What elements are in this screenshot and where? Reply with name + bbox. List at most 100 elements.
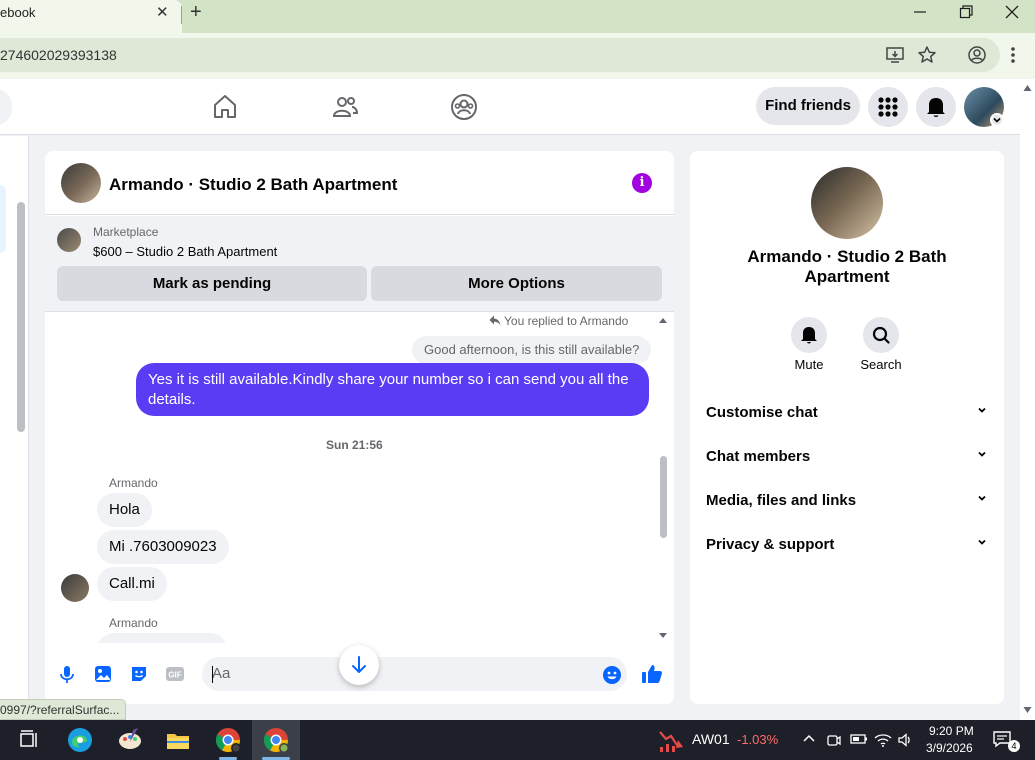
friends-icon[interactable] xyxy=(331,93,359,121)
listing-title[interactable]: $600 – Studio 2 Bath Apartment xyxy=(93,244,277,259)
meet-now-icon[interactable] xyxy=(826,732,842,751)
scroll-to-bottom-button[interactable] xyxy=(339,645,379,685)
svg-text:GIF: GIF xyxy=(168,671,181,680)
message-scroll-thumb[interactable] xyxy=(660,456,667,538)
chevron-down-icon xyxy=(976,492,988,507)
tab-title: ebook xyxy=(0,5,36,20)
clock-date[interactable]: 3/9/2026 xyxy=(926,741,973,755)
quoted-message[interactable]: Good afternoon, is this still available? xyxy=(412,336,652,364)
paint-app-icon[interactable] xyxy=(116,726,144,754)
marketplace-bar: Marketplace $600 – Studio 2 Bath Apartme… xyxy=(45,216,674,312)
info-icon[interactable]: i xyxy=(632,173,652,193)
close-window-icon[interactable] xyxy=(997,2,1027,26)
message-timestamp: Sun 21:56 xyxy=(326,438,383,452)
notifications-button[interactable] xyxy=(916,87,956,127)
chat-avatar[interactable] xyxy=(61,163,101,203)
grid-icon xyxy=(878,97,898,117)
replied-note: You replied to Armando xyxy=(489,314,628,328)
clock-time[interactable]: 9:20 PM xyxy=(929,724,974,738)
marketplace-label: Marketplace xyxy=(93,225,159,239)
page-scrollbar[interactable] xyxy=(1020,79,1035,720)
listing-thumbnail[interactable] xyxy=(57,228,81,252)
section-privacy-support[interactable]: Privacy & support xyxy=(706,536,988,560)
chevron-up-icon[interactable] xyxy=(802,732,816,749)
bell-icon xyxy=(927,98,945,117)
section-chat-members[interactable]: Chat members xyxy=(706,448,988,472)
stock-chart-icon[interactable] xyxy=(658,727,686,755)
left-selected-highlight xyxy=(0,185,6,253)
sticker-icon[interactable] xyxy=(129,664,149,684)
minimize-window-icon[interactable] xyxy=(905,2,935,26)
facebook-top-nav: Find friends xyxy=(0,79,1020,135)
mark-as-pending-button[interactable]: Mark as pending xyxy=(57,266,367,301)
chat-title[interactable]: Armando · Studio 2 Bath Apartment xyxy=(109,175,397,195)
search-label: Search xyxy=(860,357,902,372)
wifi-icon[interactable] xyxy=(874,732,892,751)
section-label: Privacy & support xyxy=(706,536,835,553)
mute-button[interactable] xyxy=(791,317,827,353)
incoming-message[interactable]: Hola xyxy=(97,493,152,527)
bookmark-star-icon[interactable] xyxy=(917,45,937,65)
address-bar-area: 274602029393138 xyxy=(0,33,1035,78)
section-label: Media, files and links xyxy=(706,492,857,509)
stock-change[interactable]: -1.03% xyxy=(737,732,778,747)
profile-icon[interactable] xyxy=(967,45,987,65)
chevron-down-icon xyxy=(976,404,988,419)
search-icon xyxy=(872,326,890,344)
section-label: Chat members xyxy=(706,448,811,465)
emoji-icon[interactable] xyxy=(602,665,622,685)
reply-icon xyxy=(489,315,501,326)
windows-taskbar: AW01 -1.03% 9:20 PM 3/9/2026 4 xyxy=(0,720,1035,760)
search-box-stub[interactable] xyxy=(0,89,12,125)
conversation-avatar[interactable] xyxy=(811,167,883,239)
url-field[interactable]: 274602029393138 xyxy=(0,38,1000,72)
chat-header: Armando · Studio 2 Bath Apartment i xyxy=(45,151,674,215)
message-list: You replied to Armando Good afternoon, i… xyxy=(45,313,674,643)
sender-name: Armando xyxy=(109,476,158,490)
tab-close-icon[interactable]: ✕ xyxy=(156,3,169,21)
replied-note-text: You replied to Armando xyxy=(504,314,629,328)
conversation-info-panel: Armando · Studio 2 Bath Apartment Mute S… xyxy=(690,151,1004,704)
battery-icon[interactable] xyxy=(850,732,868,749)
restore-window-icon[interactable] xyxy=(951,2,981,26)
browser-tab[interactable]: ebook ✕ xyxy=(0,0,182,33)
chrome-profile-icon[interactable] xyxy=(262,726,290,754)
section-media-files-links[interactable]: Media, files and links xyxy=(706,492,988,516)
tab-separator xyxy=(181,6,182,24)
file-explorer-icon[interactable] xyxy=(164,726,192,754)
incoming-message[interactable]: Call.mi xyxy=(97,567,167,601)
microphone-icon[interactable] xyxy=(57,664,77,684)
groups-icon[interactable] xyxy=(450,93,478,121)
incoming-message-partial[interactable] xyxy=(97,633,227,643)
volume-icon[interactable] xyxy=(897,732,913,751)
sender-name: Armando xyxy=(109,616,158,630)
more-options-button[interactable]: More Options xyxy=(371,266,662,301)
notification-count: 4 xyxy=(1008,740,1020,752)
outgoing-message[interactable]: Yes it is still available.Kindly share y… xyxy=(136,363,649,416)
photo-icon[interactable] xyxy=(93,664,113,684)
section-customise-chat[interactable]: Customise chat xyxy=(706,404,988,428)
chevron-down-icon[interactable] xyxy=(990,113,1004,127)
edge-browser-icon[interactable] xyxy=(66,726,94,754)
browser-menu-icon[interactable] xyxy=(1003,45,1023,65)
sender-avatar[interactable] xyxy=(61,574,89,602)
thumbs-up-icon[interactable] xyxy=(641,663,663,685)
incoming-message[interactable]: Mi .7603009023 xyxy=(97,530,229,564)
menu-grid-button[interactable] xyxy=(868,87,908,127)
install-app-icon[interactable] xyxy=(885,45,905,65)
stock-ticker[interactable]: AW01 xyxy=(692,731,730,747)
chevron-down-icon xyxy=(976,536,988,551)
text-caret xyxy=(212,666,213,683)
section-label: Customise chat xyxy=(706,404,818,421)
chrome-icon[interactable] xyxy=(214,726,242,754)
task-view-icon[interactable] xyxy=(16,726,44,754)
search-conversation-button[interactable] xyxy=(863,317,899,353)
status-url: 0997/?referralSurfac... xyxy=(0,699,127,720)
new-tab-icon[interactable]: + xyxy=(190,1,202,24)
left-scrollbar[interactable] xyxy=(17,202,25,432)
browser-tab-bar: ebook ✕ + xyxy=(0,0,1035,33)
find-friends-button[interactable]: Find friends xyxy=(756,87,860,125)
gif-icon[interactable]: GIF xyxy=(165,664,185,684)
message-input[interactable]: Aa xyxy=(202,657,627,691)
home-icon[interactable] xyxy=(211,93,239,121)
